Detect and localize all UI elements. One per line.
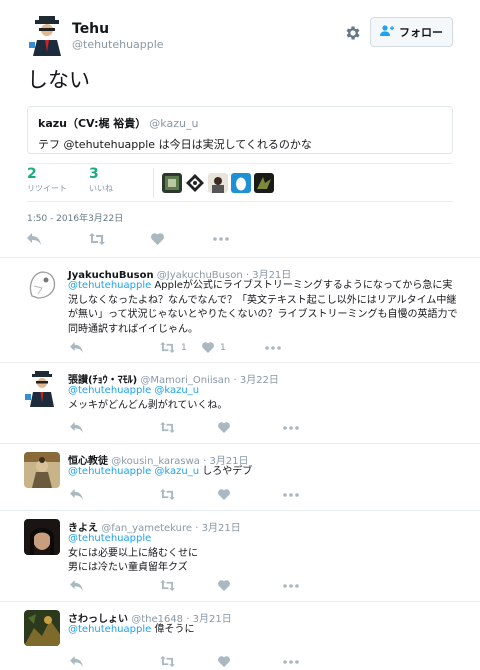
quoted-tweet-text: テフ @tehutehuapple は今日は実況してくれるのかな [38,138,312,151]
heart-icon[interactable]: 1 [202,342,265,353]
heart-icon[interactable] [218,489,283,500]
reply-icon[interactable] [70,656,160,667]
liker-avatar[interactable] [185,173,205,193]
retweet-stat[interactable]: 2 リツイート [27,166,67,194]
more-icon[interactable] [265,345,281,350]
liker-avatar[interactable] [208,173,228,193]
reply-text-content: メッキがどんどん剥がれていくね。 [68,399,228,411]
reply-icon[interactable] [27,233,89,245]
tweet-header: Tehu @tehutehuapple フォロー [0,0,480,60]
liker-avatars [162,173,277,193]
reply-actions: 1 1 [70,342,281,353]
reply-text-content: しろやデブ [199,466,253,477]
retweet-count: 2 [27,166,37,182]
mention-link[interactable]: @tehutehuapple [68,624,151,635]
more-icon[interactable] [213,237,229,241]
retweet-icon[interactable]: 1 [160,342,200,353]
stat-divider [153,168,154,198]
divider [27,163,453,164]
divider [27,201,453,202]
quoted-author-handle: @kazu_u [149,117,199,130]
reply-text: @tehutehuapple 女には必要以上に絡むくせに 男には冷たい童貞留年ク… [68,532,458,576]
mention-link[interactable]: @tehutehuapple [68,532,458,547]
tweet-stats: 2 リツイート 3 いいね [27,166,453,200]
more-icon[interactable] [283,492,299,497]
reply-text: @tehutehuapple @kazu_u しろやデブ [68,465,458,480]
mention-link[interactable]: @tehutehuapple @kazu_u [68,466,199,477]
reply-actions [70,580,299,591]
like-count: 3 [89,166,99,182]
person-plus-icon [380,25,394,39]
reply-avatar[interactable] [24,371,60,407]
more-icon[interactable] [283,659,299,664]
reply-text-line: 女には必要以上に絡むくせに [68,547,198,559]
reply-text: @tehutehuapple Appleが公式にライブストリーミングするようにな… [68,279,458,337]
reply-text: @tehutehuapple 偉そうに [68,623,458,638]
reply-icon[interactable] [70,580,160,591]
liker-avatar[interactable] [254,173,274,193]
reply-text-content: 偉そうに [151,624,195,635]
reply-avatar[interactable] [24,452,60,488]
mention-link[interactable]: @tehutehuapple @kazu_u [68,384,458,399]
heart-icon[interactable] [218,422,283,433]
follow-label: フォロー [399,26,443,39]
reply-text-line: 男には冷たい童貞留年クズ [68,562,188,573]
quoted-tweet[interactable]: kazu（CV:梶 裕貴） @kazu_u テフ @tehutehuapple は… [27,106,453,154]
retweet-count: 1 [181,342,187,353]
reply-tweet[interactable]: JyakuchuBuson @JyakuchuBuson · 3月21日 @te… [0,258,480,362]
reply-text: @tehutehuapple @kazu_u メッキがどんどん剥がれていくね。 [68,384,458,413]
gear-icon[interactable] [344,24,362,42]
reply-actions [70,656,299,667]
reply-actions [70,489,299,500]
retweet-icon[interactable] [89,233,151,245]
reply-icon[interactable] [70,422,160,433]
author-avatar[interactable] [27,16,67,56]
retweet-icon[interactable] [160,656,218,667]
like-label: いいね [89,184,113,193]
reply-avatar[interactable] [24,266,60,302]
reply-actions [70,422,299,433]
reply-tweet[interactable]: きよえ @fan_yametekure · 3月21日 @tehutehuapp… [0,511,480,601]
reply-tweet[interactable]: 恒心教徒 @kousin_karaswa · 3月21日 @tehutehuap… [0,444,480,510]
more-icon[interactable] [283,425,299,430]
heart-icon[interactable] [218,580,283,591]
like-count: 1 [220,342,226,353]
heart-icon[interactable] [218,656,283,667]
author-name[interactable]: Tehu [72,21,109,37]
like-stat[interactable]: 3 いいね [89,166,113,194]
quoted-author-name: kazu（CV:梶 裕貴） [38,117,147,130]
reply-icon[interactable] [70,489,160,500]
tweet-timestamp[interactable]: 1:50 - 2016年3月22日 [27,211,123,224]
reply-icon[interactable] [70,342,160,353]
author-handle[interactable]: @tehutehuapple [72,38,164,51]
retweet-label: リツイート [27,184,67,193]
reply-tweet[interactable]: さわっしょい @the1648 · 3月21日 @tehutehuapple 偉… [0,602,480,670]
reply-tweet[interactable]: 張讃(ﾁｮｳ・ﾏﾓﾙ) @Mamori_Oniisan · 3月22日 @teh… [0,363,480,443]
mention-link[interactable]: @tehutehuapple [68,280,151,291]
retweet-icon[interactable] [160,422,218,433]
reply-avatar[interactable] [24,610,60,646]
reply-avatar[interactable] [24,519,60,555]
heart-icon[interactable] [151,233,213,245]
tweet-actions [27,233,229,245]
follow-button[interactable]: フォロー [370,17,453,47]
tweet-text: しない [27,68,90,92]
liker-avatar[interactable] [231,173,251,193]
retweet-icon[interactable] [160,580,218,591]
retweet-icon[interactable] [160,489,218,500]
liker-avatar[interactable] [162,173,182,193]
more-icon[interactable] [283,583,299,588]
